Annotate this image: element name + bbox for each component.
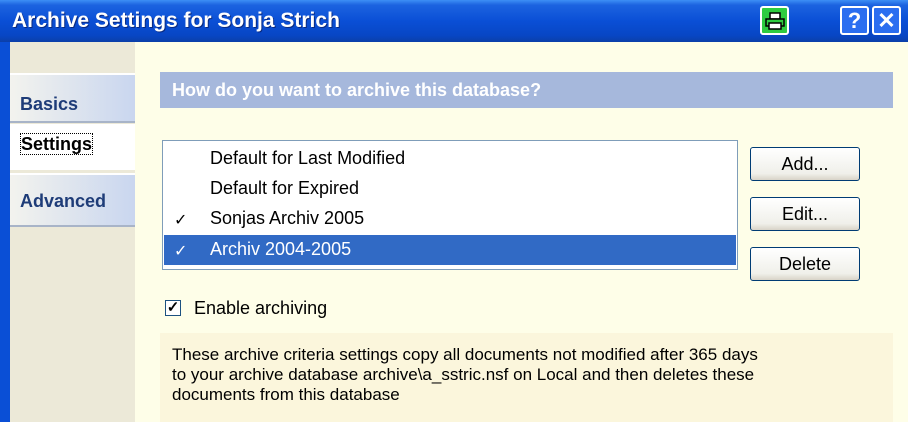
archive-criteria-list[interactable]: Default for Last Modified Default for Ex…	[162, 140, 738, 270]
list-item-label: Archiv 2004-2005	[210, 239, 352, 259]
tab-advanced[interactable]: Advanced	[10, 173, 135, 227]
print-button[interactable]	[760, 6, 789, 35]
list-item-label: Default for Last Modified	[210, 148, 406, 168]
help-button[interactable]: ?	[840, 6, 869, 35]
delete-button[interactable]: Delete	[750, 247, 860, 281]
window-border	[0, 42, 10, 422]
list-item[interactable]: Default for Expired	[164, 174, 736, 204]
add-button[interactable]: Add...	[750, 147, 860, 181]
close-icon: ✕	[877, 7, 896, 33]
list-item[interactable]: Default for Last Modified	[164, 144, 736, 174]
add-button-label: Add...	[781, 153, 829, 174]
tab-label: Settings	[20, 133, 94, 155]
list-item[interactable]: ✓ Sonjas Archiv 2005	[164, 204, 736, 234]
enable-archiving-checkbox[interactable]: ✓	[165, 300, 181, 316]
info-line: These archive criteria settings copy all…	[172, 345, 758, 364]
edit-button-label: Edit...	[781, 203, 829, 224]
checkmark-icon: ✓	[174, 243, 188, 260]
list-item-label: Sonjas Archiv 2005	[210, 208, 365, 228]
enable-archiving-label[interactable]: Enable archiving	[194, 298, 327, 319]
list-item-selected[interactable]: ✓ Archiv 2004-2005	[164, 235, 736, 265]
tab-label: Basics	[20, 94, 79, 114]
tab-label: Advanced	[20, 191, 107, 211]
printer-icon	[764, 11, 785, 30]
help-icon: ?	[847, 7, 862, 33]
tab-basics[interactable]: Basics	[10, 73, 135, 123]
archive-info-text: These archive criteria settings copy all…	[160, 333, 893, 422]
info-line: documents from this database	[172, 385, 400, 404]
window-title: Archive Settings for Sonja Strich	[12, 9, 340, 32]
delete-button-label: Delete	[778, 253, 832, 274]
list-item-label: Default for Expired	[210, 178, 360, 198]
tab-settings[interactable]: Settings	[10, 124, 135, 170]
title-bar[interactable]: Archive Settings for Sonja Strich ? ✕	[0, 0, 908, 42]
close-button[interactable]: ✕	[872, 6, 901, 35]
checkmark-icon: ✓	[174, 212, 188, 229]
info-line: to your archive database archive\a_sstri…	[172, 365, 755, 384]
edit-button[interactable]: Edit...	[750, 197, 860, 231]
section-header: How do you want to archive this database…	[160, 72, 893, 108]
